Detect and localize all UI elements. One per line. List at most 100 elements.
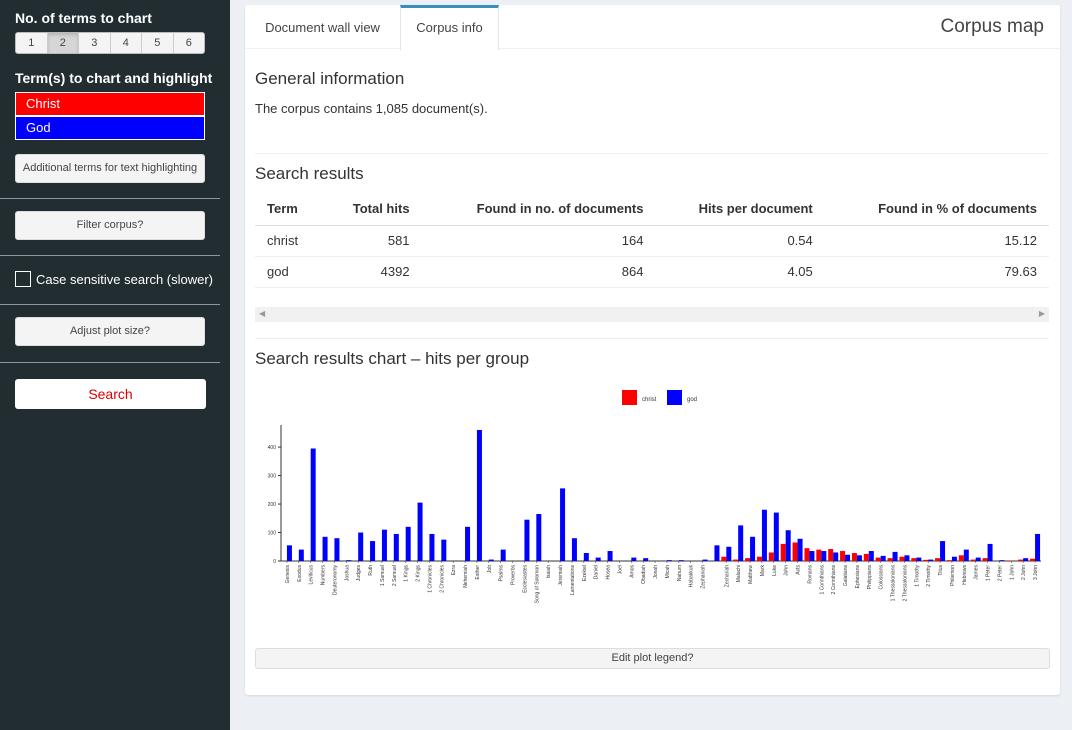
x-tick-label: Galatians — [843, 565, 849, 587]
tab-document-wall-view[interactable]: Document wall view — [245, 5, 400, 49]
x-tick-label: Ruth — [368, 565, 374, 576]
y-tick-label: 400 — [268, 445, 277, 451]
bar-god — [868, 551, 874, 561]
x-tick-label: 2 Chronicles — [439, 565, 445, 593]
filter-corpus-button[interactable]: Filter corpus? — [15, 211, 205, 240]
scroll-right-icon[interactable]: ▶ — [1039, 309, 1045, 318]
sidebar-divider — [0, 198, 220, 199]
sidebar-divider — [0, 255, 220, 256]
horizontal-scrollbar[interactable]: ◀ ▶ — [255, 307, 1049, 322]
term-count-option-3[interactable]: 3 — [79, 33, 111, 53]
x-tick-label: Judges — [356, 565, 362, 582]
bar-god — [845, 554, 851, 561]
term-count-option-5[interactable]: 5 — [142, 33, 174, 53]
x-tick-label: Proverbs — [511, 565, 517, 586]
x-tick-label: Esther — [475, 565, 481, 580]
bar-god — [987, 543, 993, 561]
bar-god — [666, 560, 672, 561]
sidebar-divider — [0, 304, 220, 305]
hits-per-group-chart: christ god 0 100 200 300 400 Genesis Exodus Levit… — [268, 390, 1041, 603]
table-cell: 164 — [421, 225, 656, 257]
x-tick-label: Job — [487, 565, 493, 573]
main-panel: Document wall view Corpus info Corpus ma… — [245, 5, 1060, 695]
search-button[interactable]: Search — [15, 379, 206, 409]
x-tick-label: 2 Samuel — [392, 565, 398, 586]
table-row: god 4392 864 4.05 79.63 — [255, 256, 1049, 288]
bar-god — [417, 502, 423, 561]
bar-christ — [804, 548, 810, 561]
bar-god — [773, 512, 779, 561]
bar-god — [298, 549, 304, 561]
bar-christ — [768, 552, 774, 561]
x-tick-label: Matthew — [748, 565, 754, 584]
x-tick-label: Romans — [807, 565, 813, 584]
x-tick-label: 1 John — [1009, 565, 1015, 580]
table-cell: 581 — [322, 225, 422, 257]
x-tick-label: Luke — [772, 565, 778, 576]
term-input-christ[interactable]: Christ — [15, 92, 205, 116]
bar-christ — [840, 551, 846, 561]
bar-god — [476, 430, 482, 561]
chart-heading: Search results chart – hits per group — [255, 349, 530, 368]
bar-god — [358, 532, 364, 561]
bar-god — [856, 555, 862, 561]
x-tick-label: John — [784, 565, 790, 576]
bar-god — [928, 559, 934, 561]
x-tick-label: 1 Chronicles — [427, 565, 433, 593]
x-tick-label: Mark — [760, 565, 766, 577]
bar-christ — [828, 549, 834, 561]
case-sensitive-checkbox[interactable] — [15, 271, 31, 287]
bar-christ — [721, 556, 727, 561]
bar-christ — [946, 560, 952, 561]
x-tick-label: Jeremiah — [558, 565, 564, 586]
bar-god — [524, 519, 530, 561]
bar-god — [761, 509, 767, 561]
edit-plot-legend-button[interactable]: Edit plot legend? — [255, 648, 1050, 669]
legend-label-christ: christ — [642, 397, 657, 403]
tab-corpus-info[interactable]: Corpus info — [400, 5, 499, 50]
term-count-option-2[interactable]: 2 — [47, 33, 79, 53]
term-count-option-1[interactable]: 1 — [16, 33, 48, 53]
x-tick-label: 1 Kings — [404, 565, 410, 582]
x-tick-label: Hebrews — [962, 565, 968, 585]
bar-god — [631, 557, 637, 561]
additional-terms-button[interactable]: Additional terms for text highlighting — [15, 154, 205, 183]
term-count-option-6[interactable]: 6 — [174, 33, 205, 53]
adjust-plot-size-button[interactable]: Adjust plot size? — [15, 317, 205, 346]
scroll-left-icon[interactable]: ◀ — [259, 309, 265, 318]
bar-god — [785, 530, 791, 561]
bar-god — [381, 529, 387, 561]
bar-god — [488, 559, 494, 561]
table-cell: 864 — [421, 256, 656, 288]
table-cell: 15.12 — [824, 225, 1049, 257]
bar-god — [940, 541, 946, 561]
bar-god — [821, 551, 827, 561]
x-tick-label: Ezra — [451, 565, 457, 576]
bar-god — [536, 514, 542, 561]
x-tick-label: Jonah — [653, 565, 659, 579]
bar-god — [1023, 558, 1029, 561]
x-tick-label: Joel — [617, 565, 623, 574]
y-tick-label: 0 — [273, 559, 276, 565]
term-count-option-4[interactable]: 4 — [111, 33, 142, 53]
bar-god — [595, 557, 601, 561]
table-cell: christ — [255, 225, 323, 257]
bar-christ — [816, 549, 822, 561]
sidebar-divider — [0, 362, 220, 363]
bar-god — [963, 549, 969, 561]
bar-christ — [970, 559, 976, 561]
bar-god — [702, 559, 708, 561]
x-tick-label: Psalms — [499, 565, 505, 582]
bar-christ — [911, 558, 917, 561]
table-cell: 4.05 — [655, 256, 825, 288]
search-results-heading: Search results — [255, 164, 364, 183]
bar-god — [322, 536, 328, 561]
bar-god — [951, 556, 957, 561]
bar-god — [393, 533, 399, 561]
table-header-row: Term Total hits Found in no. of document… — [255, 193, 1049, 226]
bar-god — [429, 533, 435, 561]
x-tick-label: 2 Peter — [997, 565, 1003, 581]
bar-christ — [958, 555, 964, 561]
term-input-god[interactable]: God — [15, 116, 205, 140]
y-tick-label: 300 — [268, 474, 277, 480]
